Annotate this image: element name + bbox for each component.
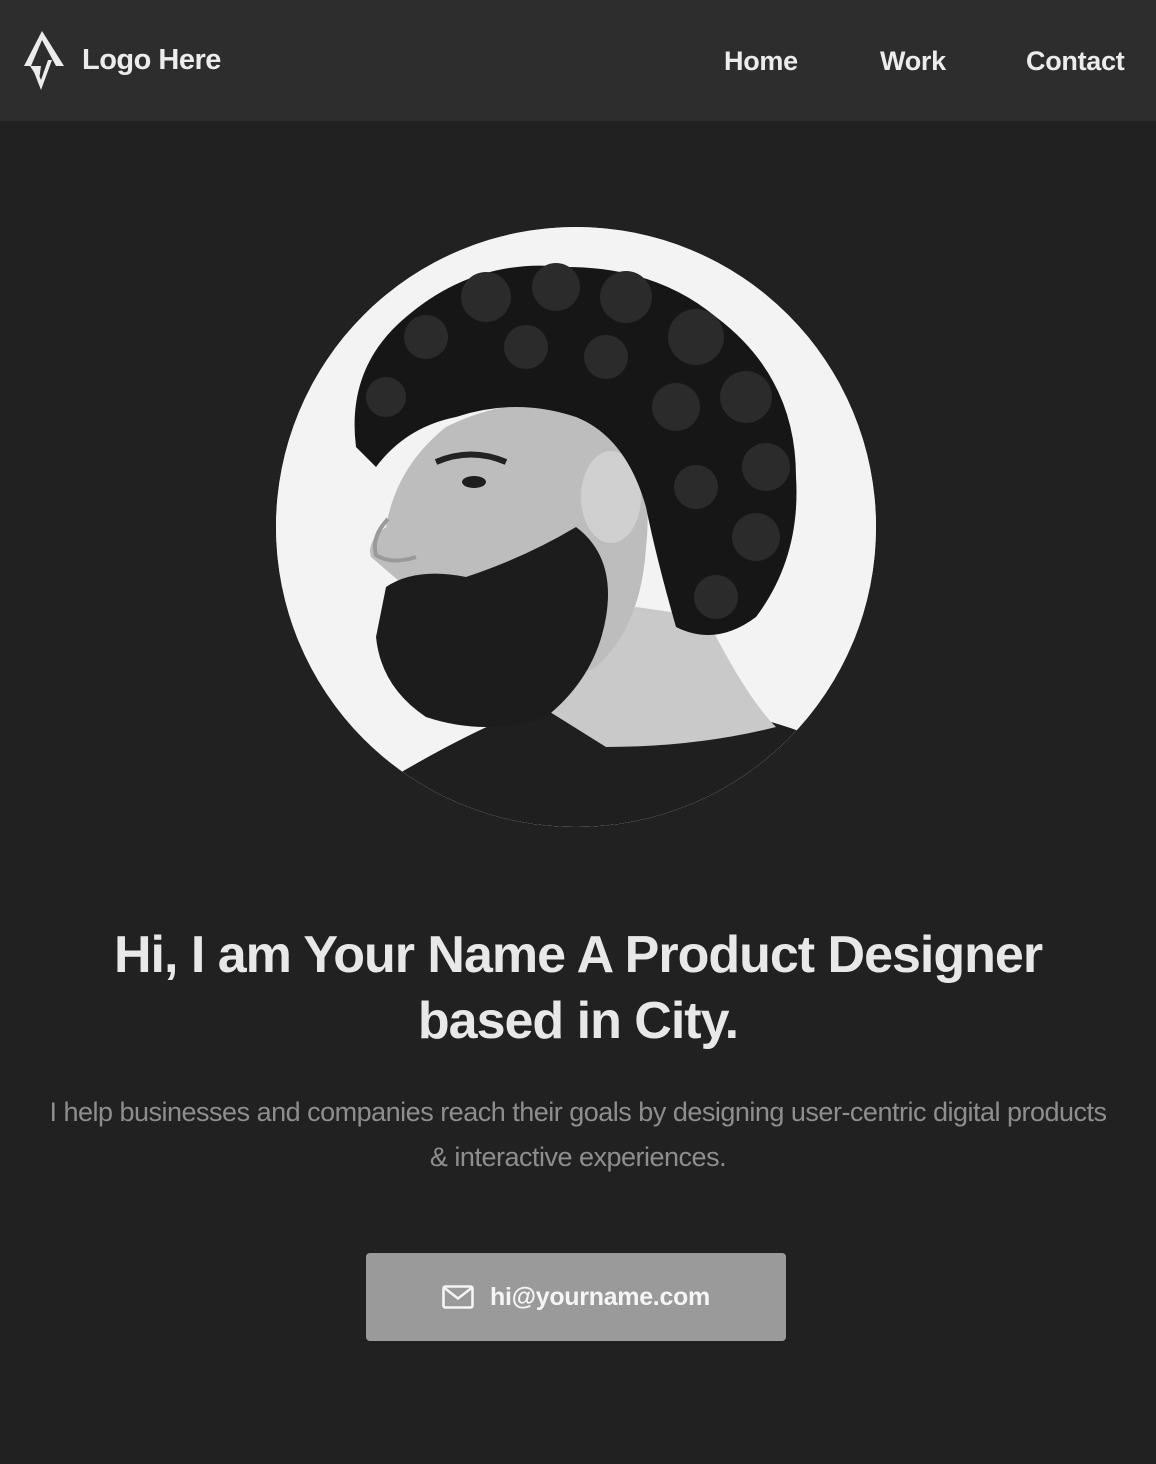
hero-headline: Hi, I am Your Name A Product Designer ba… bbox=[113, 926, 1043, 1050]
logo-text: Logo Here bbox=[82, 43, 221, 76]
profile-portrait-image bbox=[276, 227, 876, 827]
email-button[interactable]: hi@yourname.com bbox=[366, 1253, 786, 1341]
nav-work-link[interactable]: Work bbox=[880, 44, 946, 78]
hero-subtext: I help businesses and companies reach th… bbox=[49, 1097, 1107, 1172]
logo[interactable]: Logo Here bbox=[22, 28, 221, 92]
mail-icon bbox=[442, 1285, 474, 1309]
nav-contact-link[interactable]: Contact bbox=[1026, 44, 1125, 78]
profile-photo bbox=[276, 227, 876, 827]
zigzag-logo-icon bbox=[24, 31, 64, 90]
email-label: hi@yourname.com bbox=[490, 1282, 710, 1311]
nav-home-link[interactable]: Home bbox=[724, 44, 798, 78]
navbar: Logo Here Home Work Contact bbox=[0, 0, 1156, 121]
